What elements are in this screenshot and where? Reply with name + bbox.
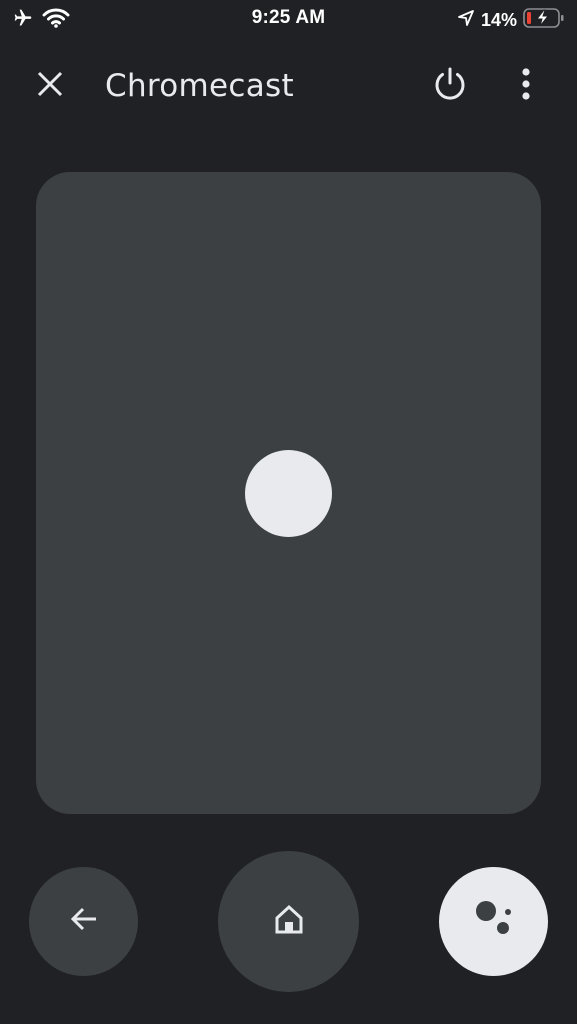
home-button[interactable] (218, 851, 359, 992)
more-vert-icon (521, 67, 531, 105)
touchpad[interactable] (36, 172, 541, 814)
arrow-back-icon (68, 903, 100, 940)
home-icon (273, 903, 305, 940)
back-button[interactable] (29, 867, 138, 976)
power-button[interactable] (426, 62, 474, 110)
power-icon (432, 66, 468, 107)
battery-charging-icon (523, 7, 565, 34)
close-icon (36, 70, 64, 103)
status-right: 14% (457, 7, 565, 34)
close-button[interactable] (26, 62, 74, 110)
google-assistant-button[interactable] (439, 867, 548, 976)
page-title: Chromecast (105, 68, 294, 104)
app-bar: Chromecast (0, 50, 577, 124)
location-arrow-icon (457, 9, 475, 32)
battery-percent: 14% (480, 10, 517, 30)
status-bar: 9:25 AM 14% (0, 0, 577, 38)
google-assistant-icon (472, 897, 516, 946)
more-options-button[interactable] (502, 62, 550, 110)
touchpad-center-dot (245, 450, 332, 537)
